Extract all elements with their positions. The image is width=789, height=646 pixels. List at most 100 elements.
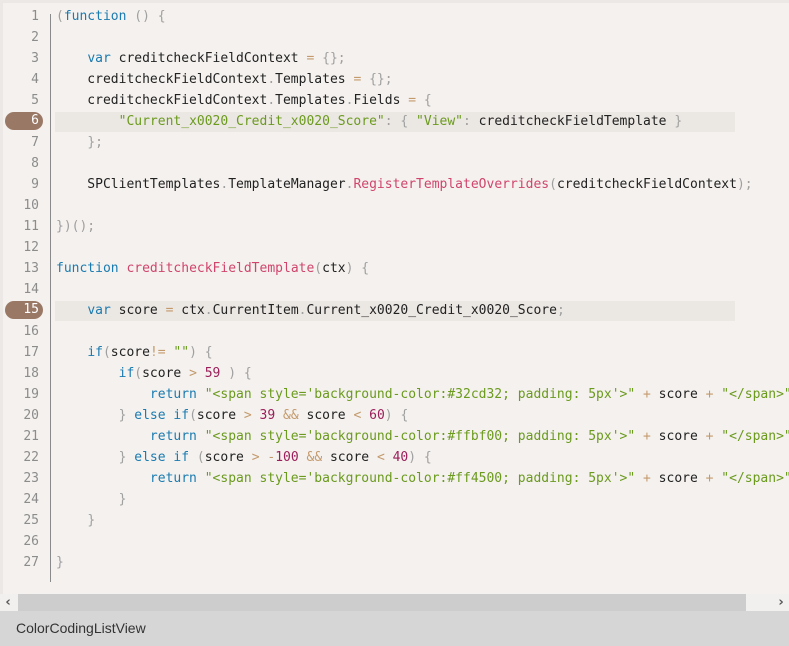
code-line[interactable]: 27} bbox=[3, 552, 789, 573]
code-token: Templates bbox=[275, 93, 346, 108]
line-number[interactable]: 20 bbox=[3, 405, 39, 426]
code-line[interactable]: 8 bbox=[3, 153, 789, 174]
line-number[interactable]: 18 bbox=[3, 363, 39, 384]
code-token: SPClientTemplates bbox=[56, 177, 221, 192]
line-number-marker[interactable]: 6 bbox=[5, 112, 43, 130]
code-token: "<span style='background-color:#32cd32; … bbox=[204, 387, 636, 402]
code-lines: 1 (function () {2 3 var creditcheckFieldCo… bbox=[3, 6, 789, 573]
chevron-left-icon[interactable]: ‹ bbox=[0, 594, 16, 611]
code-line[interactable]: 22 } else if (score > -100 && score < 40… bbox=[3, 447, 789, 468]
code-token: score bbox=[142, 366, 190, 381]
line-number[interactable]: 1 bbox=[3, 6, 39, 27]
line-number[interactable]: 22 bbox=[3, 447, 39, 468]
code-token: ctx bbox=[322, 261, 346, 276]
line-number[interactable]: 16 bbox=[3, 321, 39, 342]
code-line[interactable]: 4 creditcheckFieldContext.Templates = {}… bbox=[3, 69, 789, 90]
code-line[interactable]: 6 "Current_x0020_Credit_x0020_Score": { … bbox=[3, 111, 789, 132]
line-number[interactable]: 3 bbox=[3, 48, 39, 69]
code-line[interactable]: 14 bbox=[3, 279, 789, 300]
code-token: creditcheckFieldTemplate bbox=[470, 114, 675, 129]
code-line[interactable]: 5 creditcheckFieldContext.Templates.Fiel… bbox=[3, 90, 789, 111]
chevron-right-icon[interactable]: › bbox=[773, 594, 789, 611]
code-line[interactable]: 12 bbox=[3, 237, 789, 258]
code-token: { bbox=[361, 261, 370, 276]
line-number-marker[interactable]: 15 bbox=[5, 301, 43, 319]
code-line[interactable]: 13 function creditcheckFieldTemplate(ctx)… bbox=[3, 258, 789, 279]
code-token: { bbox=[243, 366, 252, 381]
code-line[interactable]: 21 return "<span style='background-color… bbox=[3, 426, 789, 447]
scrollbar-thumb[interactable] bbox=[18, 594, 746, 611]
line-number[interactable]: 11 bbox=[3, 216, 39, 237]
line-number[interactable]: 19 bbox=[3, 384, 39, 405]
code-line[interactable]: 10 bbox=[3, 195, 789, 216]
code-token: && bbox=[306, 450, 323, 465]
code-token: - bbox=[267, 450, 276, 465]
code-line[interactable]: 9 SPClientTemplates.TemplateManager.Regi… bbox=[3, 174, 789, 195]
line-number[interactable]: 24 bbox=[3, 489, 39, 510]
line-number[interactable]: 14 bbox=[3, 279, 39, 300]
code-token: ; bbox=[556, 303, 565, 318]
line-number[interactable]: 12 bbox=[3, 237, 39, 258]
line-number[interactable]: 23 bbox=[3, 468, 39, 489]
code-token: ( bbox=[189, 408, 197, 423]
code-line[interactable]: 15 var score = ctx.CurrentItem.Current_x… bbox=[3, 300, 789, 321]
code-token: + bbox=[643, 387, 651, 402]
line-number[interactable]: 9 bbox=[3, 174, 39, 195]
code-token: }; bbox=[87, 135, 103, 150]
code-token: } bbox=[118, 492, 127, 507]
line-number[interactable]: 2 bbox=[3, 27, 39, 48]
code-token: . bbox=[204, 303, 213, 318]
code-token: function bbox=[56, 261, 119, 276]
code-line[interactable]: 1 (function () { bbox=[3, 6, 789, 27]
line-number[interactable]: 25 bbox=[3, 510, 39, 531]
line-number[interactable]: 4 bbox=[3, 69, 39, 90]
line-number[interactable]: 26 bbox=[3, 531, 39, 552]
code-editor[interactable]: 1 (function () {2 3 var creditcheckFieldCo… bbox=[0, 0, 789, 594]
code-line[interactable]: 24 } bbox=[3, 489, 789, 510]
code-token: score bbox=[298, 408, 354, 423]
code-token: return bbox=[149, 387, 197, 402]
code-token: TemplateManager bbox=[228, 177, 346, 192]
code-line[interactable]: 16 bbox=[3, 321, 789, 342]
line-number[interactable]: 21 bbox=[3, 426, 39, 447]
line-number[interactable]: 10 bbox=[3, 195, 39, 216]
code-token: score bbox=[650, 429, 706, 444]
horizontal-scrollbar[interactable]: ‹ › bbox=[0, 594, 789, 611]
line-number[interactable]: 13 bbox=[3, 258, 39, 279]
line-number[interactable]: 17 bbox=[3, 342, 39, 363]
code-token: "" bbox=[173, 345, 190, 360]
code-token: ( bbox=[134, 366, 143, 381]
code-text: var score = ctx.CurrentItem.Current_x002… bbox=[56, 300, 565, 321]
code-line[interactable]: 26 bbox=[3, 531, 789, 552]
code-line[interactable]: 3 var creditcheckFieldContext = {}; bbox=[3, 48, 789, 69]
code-token: ) bbox=[228, 366, 237, 381]
code-line[interactable]: 11})(); bbox=[3, 216, 789, 237]
code-token: > bbox=[251, 450, 260, 465]
code-text: } bbox=[56, 510, 95, 531]
code-token: score bbox=[204, 450, 252, 465]
code-line[interactable]: 2 bbox=[3, 27, 789, 48]
code-line[interactable]: 20 } else if(score > 39 && score < 60) { bbox=[3, 405, 789, 426]
code-line[interactable]: 25 } bbox=[3, 510, 789, 531]
line-number[interactable]: 8 bbox=[3, 153, 39, 174]
code-line[interactable]: 7 }; bbox=[3, 132, 789, 153]
code-line[interactable]: 23 return "<span style='background-color… bbox=[3, 468, 789, 489]
code-line[interactable]: 19 return "<span style='background-color… bbox=[3, 384, 789, 405]
line-number[interactable]: 7 bbox=[3, 132, 39, 153]
code-token: creditcheckFieldTemplate bbox=[126, 261, 315, 276]
code-line[interactable]: 18 if(score > 59 ) { bbox=[3, 363, 789, 384]
code-token: + bbox=[643, 429, 651, 444]
code-token: != bbox=[149, 345, 166, 360]
line-number[interactable]: 27 bbox=[3, 552, 39, 573]
code-line[interactable]: 17 if(score!= "") { bbox=[3, 342, 789, 363]
code-token: ) bbox=[189, 345, 197, 360]
line-number[interactable]: 5 bbox=[3, 90, 39, 111]
